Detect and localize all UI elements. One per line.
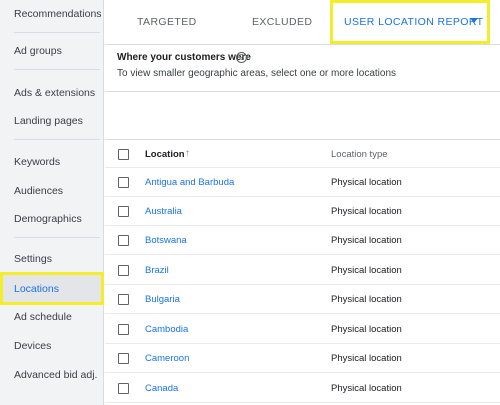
section-divider [105, 91, 500, 92]
location-type-cell: Physical location [331, 324, 402, 335]
table-row: Australia Physical location [105, 197, 500, 226]
location-type-cell: Physical location [331, 265, 402, 276]
sidebar-item-recommendations[interactable]: Recommendations [0, 0, 104, 28]
location-link[interactable]: Bulgaria [145, 285, 180, 314]
select-all-checkbox[interactable] [118, 149, 129, 160]
table-row: Cameroon Physical location [105, 344, 500, 373]
sidebar-item-devices[interactable]: Devices [0, 332, 104, 360]
sidebar-divider [14, 32, 100, 33]
sidebar-item-keywords[interactable]: Keywords [0, 148, 104, 176]
location-link[interactable]: Cambodia [145, 315, 188, 344]
table-header-row: Location ↑ Location type [105, 139, 500, 168]
table-row: Canada Physical location [105, 374, 500, 403]
table-row: Botswana Physical location [105, 226, 500, 255]
sidebar-nav: Recommendations Ad groups Ads & extensio… [0, 0, 104, 405]
location-link[interactable]: Australia [145, 197, 182, 226]
location-link[interactable]: Cameroon [145, 344, 189, 373]
sidebar-item-advanced-bid-adj[interactable]: Advanced bid adj. [0, 361, 104, 389]
sidebar-item-ads-extensions[interactable]: Ads & extensions [0, 79, 104, 107]
row-checkbox[interactable] [118, 353, 129, 364]
row-checkbox[interactable] [118, 383, 129, 394]
report-title: Where your customers were [117, 52, 251, 63]
row-checkbox[interactable] [118, 206, 129, 217]
location-link[interactable]: Botswana [145, 226, 187, 255]
row-checkbox[interactable] [118, 294, 129, 305]
table-row: Antigua and Barbuda Physical location [105, 168, 500, 197]
highlight-user-location-report [330, 0, 490, 44]
table-row: Bulgaria Physical location [105, 285, 500, 314]
arrow-up-icon[interactable]: ↑ [185, 140, 190, 168]
sidebar-divider [14, 237, 100, 238]
location-type-cell: Physical location [331, 235, 402, 246]
row-checkbox[interactable] [118, 265, 129, 276]
table-row: Brazil Physical location [105, 256, 500, 285]
sidebar-divider [14, 139, 100, 140]
sidebar-item-landing-pages[interactable]: Landing pages [0, 107, 104, 135]
highlight-locations [0, 272, 104, 305]
row-checkbox[interactable] [118, 177, 129, 188]
location-type-cell: Physical location [331, 353, 402, 364]
sidebar-item-demographics[interactable]: Demographics [0, 205, 104, 233]
row-checkbox[interactable] [118, 235, 129, 246]
table-row: Cambodia Physical location [105, 315, 500, 344]
location-type-cell: Physical location [331, 294, 402, 305]
location-link[interactable]: Canada [145, 374, 178, 403]
location-link[interactable]: Antigua and Barbuda [145, 168, 234, 197]
location-type-cell: Physical location [331, 206, 402, 217]
sidebar-item-ad-schedule[interactable]: Ad schedule [0, 303, 104, 331]
location-type-cell: Physical location [331, 177, 402, 188]
row-checkbox[interactable] [118, 324, 129, 335]
location-link[interactable]: Brazil [145, 256, 169, 285]
location-type-cell: Physical location [331, 383, 402, 394]
report-subtitle: To view smaller geographic areas, select… [117, 68, 397, 79]
help-circle-icon[interactable]: ? [236, 52, 247, 63]
sidebar-divider [14, 69, 100, 70]
column-header-location-type[interactable]: Location type [331, 140, 388, 169]
column-header-location[interactable]: Location [145, 140, 185, 169]
sidebar-item-audiences[interactable]: Audiences [0, 177, 104, 205]
sidebar-item-ad-groups[interactable]: Ad groups [0, 37, 104, 65]
tab-targeted[interactable]: TARGETED [137, 0, 197, 45]
sidebar-item-settings[interactable]: Settings [0, 245, 104, 273]
tab-excluded[interactable]: EXCLUDED [252, 0, 312, 45]
